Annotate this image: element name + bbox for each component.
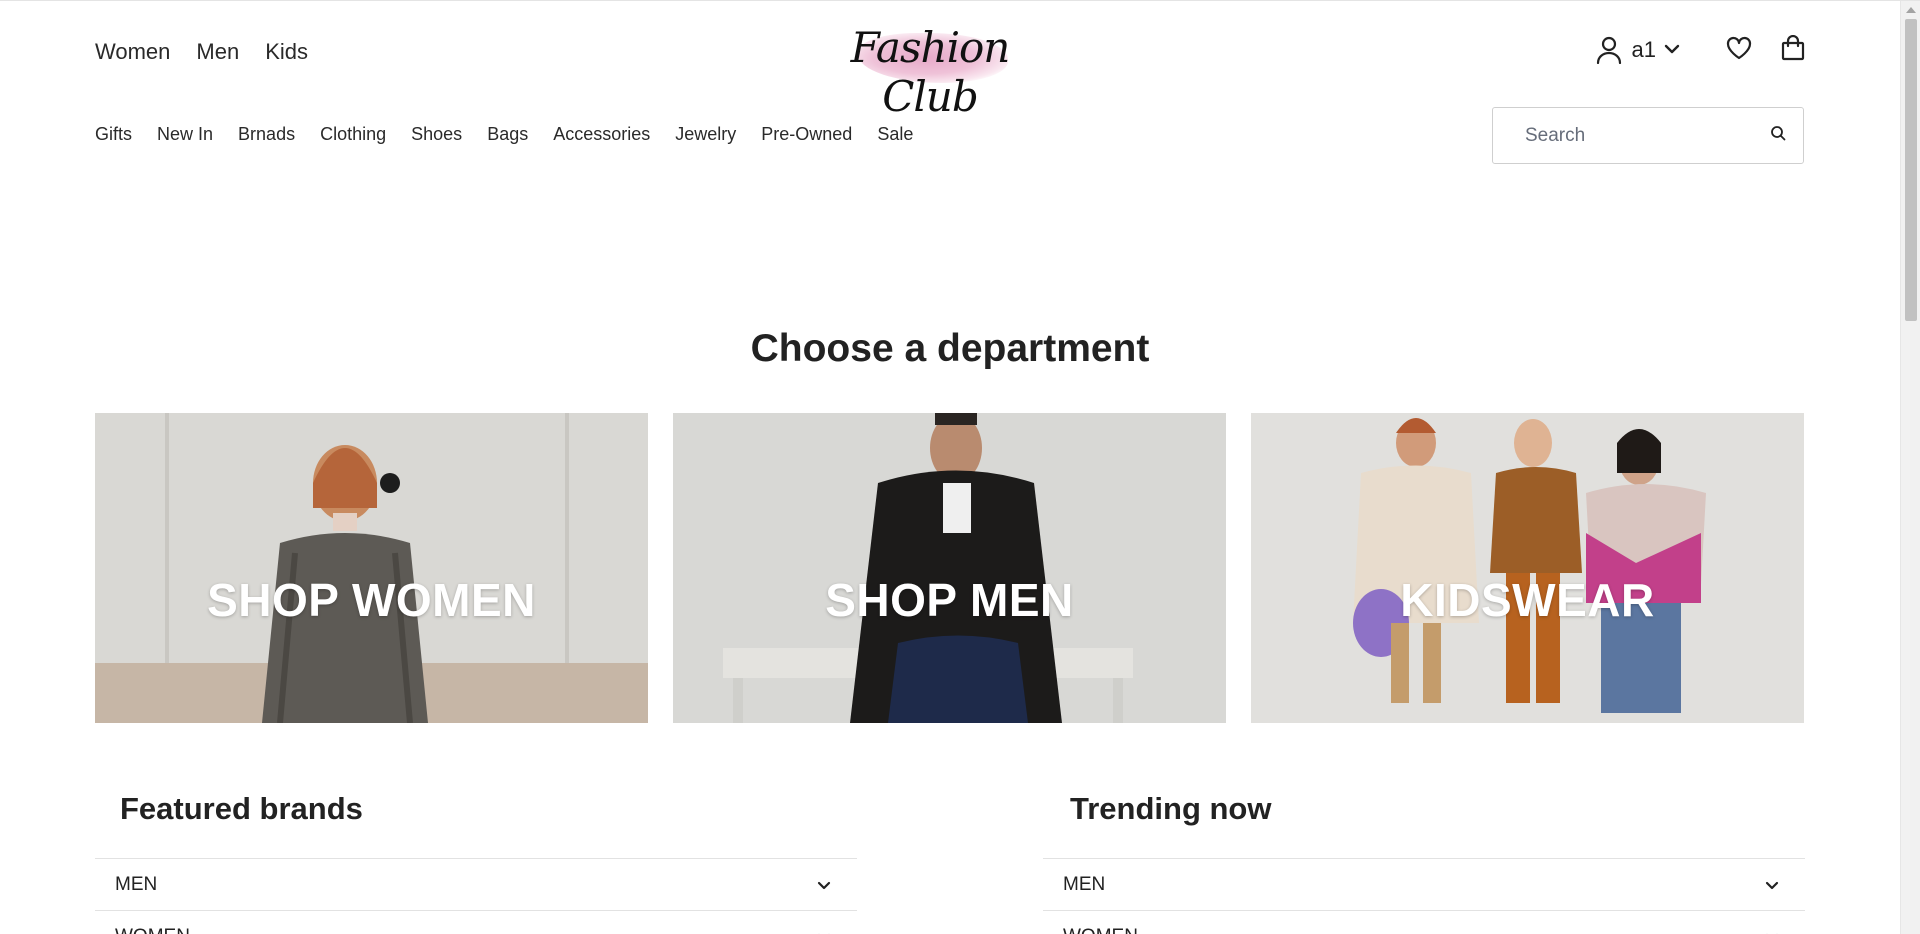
category-nav: Gifts New In Brnads Clothing Shoes Bags …	[95, 124, 913, 145]
dept-link-women[interactable]: Women	[95, 39, 170, 65]
page-scrollbar[interactable]	[1900, 1, 1920, 934]
category-accessories[interactable]: Accessories	[553, 124, 650, 145]
kids-photo	[1251, 413, 1804, 723]
trending-now-list: MEN WOMEN	[1043, 858, 1805, 934]
category-new-in[interactable]: New In	[157, 124, 213, 145]
trending-women-row[interactable]: WOMEN	[1043, 910, 1805, 934]
chevron-down-icon	[1664, 41, 1680, 59]
category-clothing[interactable]: Clothing	[320, 124, 386, 145]
category-jewelry[interactable]: Jewelry	[675, 124, 736, 145]
category-pre-owned[interactable]: Pre-Owned	[761, 124, 852, 145]
chevron-down-icon	[1765, 926, 1779, 934]
category-bags[interactable]: Bags	[487, 124, 528, 145]
search-icon[interactable]	[1770, 125, 1786, 146]
kidswear-tile[interactable]: KIDSWEAR	[1251, 413, 1804, 723]
logo-wordmark: Fashion Club	[850, 23, 1011, 121]
search-box	[1492, 107, 1804, 164]
site-logo[interactable]: Fashion Club	[826, 13, 1034, 121]
trending-men-row[interactable]: MEN	[1043, 858, 1805, 910]
page: Women Men Kids Fashion Club a1 Gifts New…	[0, 0, 1920, 934]
chevron-down-icon	[817, 874, 831, 896]
account-menu[interactable]: a1	[1594, 35, 1680, 65]
trending-women-label: WOMEN	[1063, 926, 1138, 934]
featured-brands-title: Featured brands	[120, 791, 363, 826]
shop-women-label: SHOP WOMEN	[207, 574, 536, 626]
wishlist-button[interactable]	[1724, 35, 1754, 65]
shopping-bag-icon	[1781, 34, 1805, 66]
category-brands[interactable]: Brnads	[238, 124, 295, 145]
header-actions: a1	[1594, 34, 1808, 66]
featured-men-row[interactable]: MEN	[95, 858, 857, 910]
men-photo	[673, 413, 1226, 723]
scroll-up-icon[interactable]	[1906, 7, 1916, 13]
featured-women-label: WOMEN	[115, 926, 190, 934]
department-nav: Women Men Kids	[95, 39, 308, 65]
kidswear-label: KIDSWEAR	[1400, 574, 1655, 626]
search-input[interactable]	[1525, 124, 1770, 147]
women-photo	[95, 413, 648, 723]
shop-women-tile[interactable]: SHOP WOMEN	[95, 413, 648, 723]
scrollbar-thumb[interactable]	[1905, 19, 1917, 321]
chevron-down-icon	[817, 926, 831, 934]
user-icon	[1594, 35, 1624, 65]
dept-link-kids[interactable]: Kids	[265, 39, 308, 65]
shop-men-tile[interactable]: SHOP MEN	[673, 413, 1226, 723]
category-gifts[interactable]: Gifts	[95, 124, 132, 145]
shop-men-label: SHOP MEN	[825, 574, 1074, 626]
featured-men-label: MEN	[115, 873, 158, 895]
dept-link-men[interactable]: Men	[196, 39, 239, 65]
trending-now-title: Trending now	[1070, 791, 1272, 826]
featured-brands-list: MEN WOMEN	[95, 858, 857, 934]
trending-men-label: MEN	[1063, 873, 1106, 895]
heart-icon	[1726, 36, 1752, 65]
category-shoes[interactable]: Shoes	[411, 124, 462, 145]
chevron-down-icon	[1765, 874, 1779, 896]
page-title: Choose a department	[750, 327, 1150, 370]
category-sale[interactable]: Sale	[877, 124, 913, 145]
account-label: a1	[1631, 37, 1656, 62]
cart-button[interactable]	[1778, 34, 1808, 66]
featured-women-row[interactable]: WOMEN	[95, 910, 857, 934]
